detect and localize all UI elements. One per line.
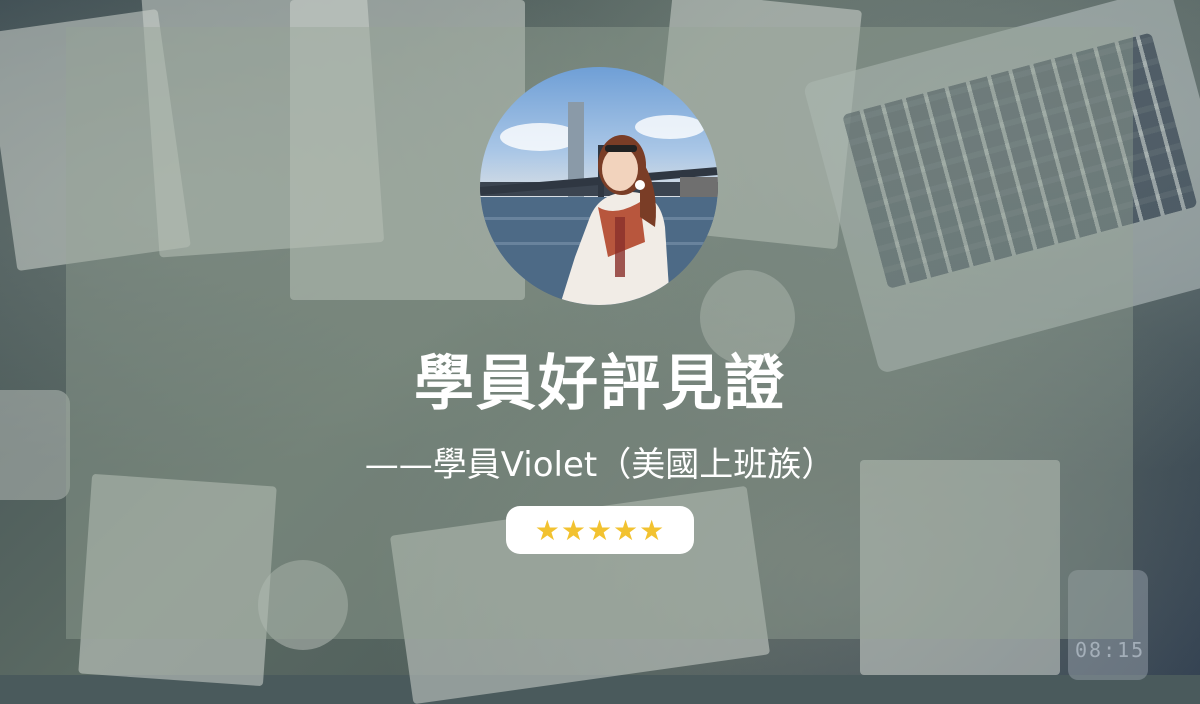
star-rating-icon: ★★★★★ <box>534 513 666 547</box>
profile-photo <box>480 67 718 305</box>
phone-clock: 08:15 <box>1075 638 1146 662</box>
rating-badge: ★★★★★ <box>506 506 694 554</box>
profile-photo-illustration <box>480 102 718 305</box>
page-title: 學員好評見證 <box>414 349 786 419</box>
testimonial-author: ——學員Violet（美國上班族） <box>364 445 836 485</box>
